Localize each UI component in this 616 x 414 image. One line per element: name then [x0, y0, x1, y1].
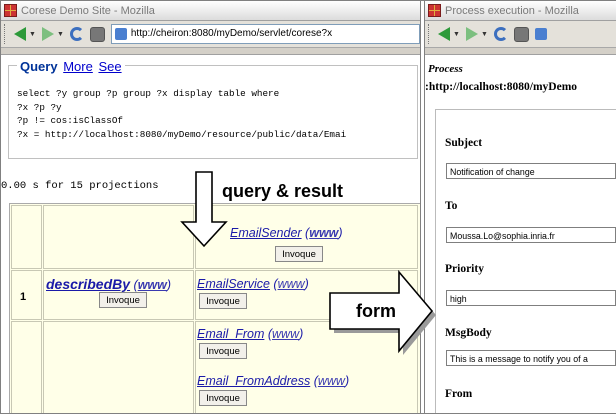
down-arrow-icon — [180, 171, 228, 248]
form-annotation: form — [356, 301, 396, 321]
annotation-arrows — [180, 171, 436, 355]
query-result-annotation: query & result — [222, 181, 344, 201]
